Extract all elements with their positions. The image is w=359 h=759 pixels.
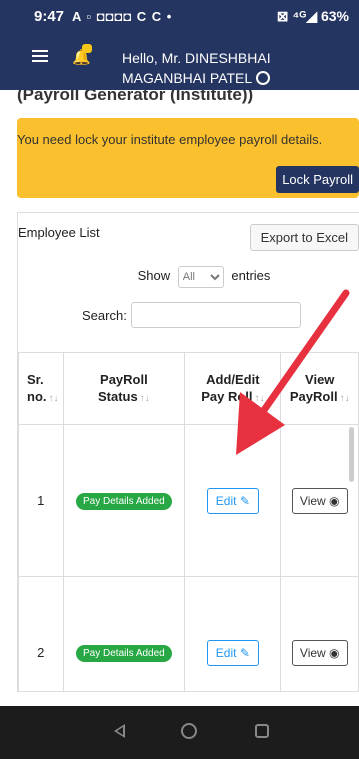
entries-select[interactable]: All bbox=[177, 266, 224, 288]
recent-apps-icon[interactable] bbox=[255, 724, 269, 738]
alert-message: You need lock your institute employee pa… bbox=[17, 132, 323, 147]
employee-table: Sr. no. ↑↓ PayRoll Status ↑↓ Add/Edit Pay Rol… bbox=[18, 352, 359, 691]
page-title: (Payroll Generator (Institute)) bbox=[17, 90, 254, 104]
lock-payroll-button[interactable]: Lock Payroll bbox=[276, 166, 359, 193]
table-row: 1 Pay Details Added Edit ✎ View ◉ bbox=[18, 424, 359, 577]
edit-icon: ✎ bbox=[239, 493, 250, 508]
view-payroll-button[interactable]: View ◉ bbox=[291, 639, 348, 666]
entries-label: entries bbox=[231, 268, 271, 283]
export-to-excel-button[interactable]: Export to Excel bbox=[249, 224, 359, 251]
sort-icon: ↑↓ bbox=[139, 392, 150, 404]
column-header-add-edit-payroll[interactable]: Add/Edit Pay Roll ↑↓ bbox=[184, 352, 282, 425]
notification-icons: A ▫ ◘◘◘◘ C C • bbox=[72, 8, 173, 24]
edit-payroll-button[interactable]: Edit ✎ bbox=[206, 639, 259, 666]
column-header-payroll-status[interactable]: PayRoll Status ↑↓ bbox=[62, 352, 186, 425]
user-circle-icon bbox=[256, 71, 271, 85]
app-header: 🔔 Hello, Mr. DINESHBHAI MAGANBHAI PATEL bbox=[0, 32, 359, 90]
entries-control: Show All entries bbox=[18, 266, 359, 288]
show-label: Show bbox=[137, 268, 171, 283]
sr-no-cell: 1 bbox=[18, 424, 64, 577]
eye-icon: ◉ bbox=[329, 493, 340, 508]
edit-icon: ✎ bbox=[239, 645, 250, 660]
view-payroll-button[interactable]: View ◉ bbox=[291, 487, 348, 514]
employee-list-card: Employee List Export to Excel Show All e… bbox=[17, 212, 359, 692]
employee-list-title: Employee List bbox=[18, 225, 100, 240]
status-time: 9:47 bbox=[34, 7, 65, 25]
table-scrollbar[interactable] bbox=[349, 427, 354, 482]
battery-indicator: ⊠ ⁴ᴳ◢ 63% bbox=[276, 7, 349, 24]
hamburger-menu-icon[interactable] bbox=[32, 50, 48, 64]
status-bar: 9:47 A ▫ ◘◘◘◘ C C • ⊠ ⁴ᴳ◢ 63% bbox=[0, 0, 359, 32]
table-row: 2 Pay Details Added Edit ✎ View ◉ bbox=[18, 576, 359, 691]
search-control: Search: bbox=[82, 302, 301, 328]
notification-badge bbox=[82, 44, 92, 53]
greeting-line1: Hello, Mr. DINESHBHAI bbox=[122, 50, 271, 66]
column-header-view-payroll[interactable]: View PayRoll ↑↓ bbox=[280, 352, 359, 425]
sr-no-cell: 2 bbox=[18, 576, 64, 691]
column-header-sr-no[interactable]: Sr. no. ↑↓ bbox=[18, 352, 64, 425]
sort-icon: ↑↓ bbox=[48, 392, 59, 404]
lock-payroll-alert: You need lock your institute employee pa… bbox=[17, 118, 359, 198]
search-label: Search: bbox=[82, 307, 127, 323]
edit-payroll-button[interactable]: Edit ✎ bbox=[206, 487, 259, 514]
status-badge: Pay Details Added bbox=[76, 492, 172, 510]
greeting-line2: MAGANBHAI PATEL bbox=[122, 70, 253, 86]
status-badge: Pay Details Added bbox=[76, 644, 172, 662]
sort-icon: ↑↓ bbox=[254, 392, 265, 404]
eye-icon: ◉ bbox=[329, 645, 340, 660]
home-icon[interactable] bbox=[181, 723, 197, 739]
sort-icon: ↑↓ bbox=[339, 392, 350, 404]
android-nav-bar bbox=[0, 706, 359, 759]
search-input[interactable] bbox=[130, 302, 301, 328]
back-icon[interactable] bbox=[114, 724, 125, 738]
user-greeting[interactable]: Hello, Mr. DINESHBHAI MAGANBHAI PATEL bbox=[122, 48, 271, 88]
